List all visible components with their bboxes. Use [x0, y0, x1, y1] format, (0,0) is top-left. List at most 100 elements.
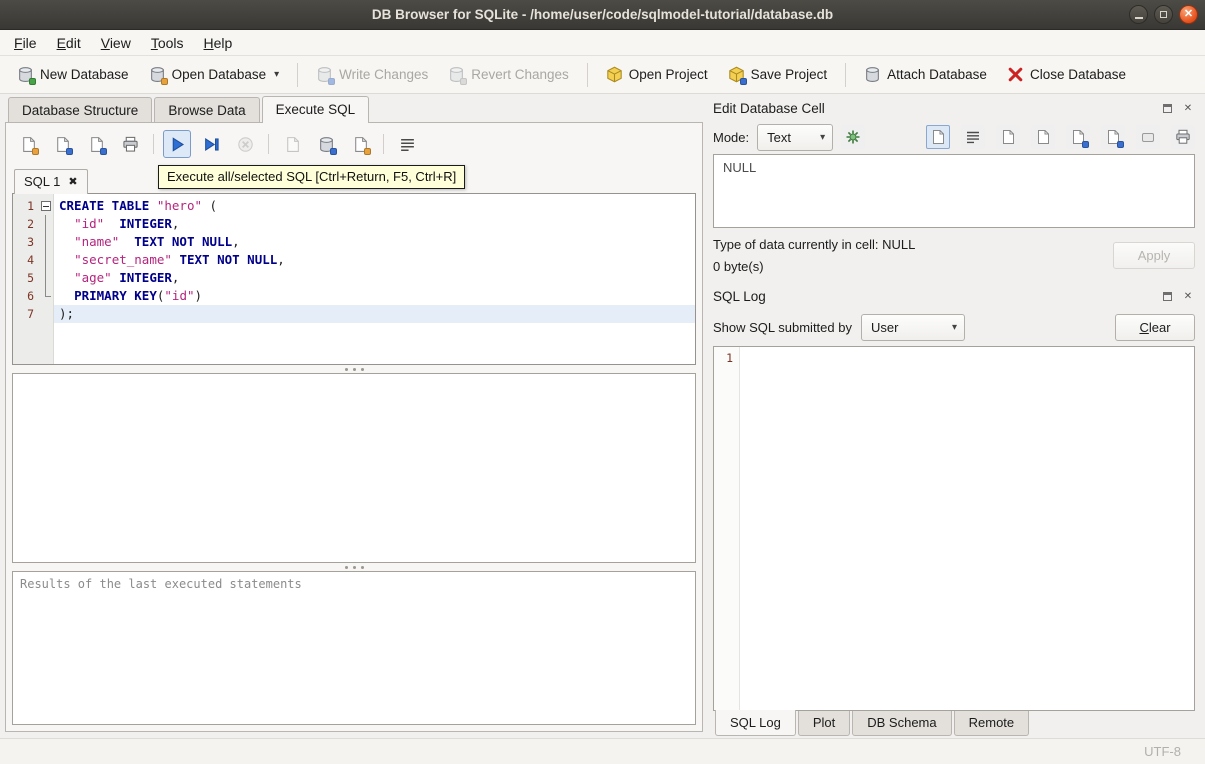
left-panel: Database Structure Browse Data Execute S…	[5, 94, 703, 738]
tab-plot[interactable]: Plot	[797, 711, 851, 736]
close-tab-icon[interactable]: ✖	[68, 175, 77, 188]
import-cell-icon[interactable]	[1066, 125, 1090, 149]
editor-line[interactable]: 4 "secret_name" TEXT NOT NULL,	[13, 251, 695, 269]
menu-file[interactable]: File	[4, 30, 47, 55]
submitted-by-select[interactable]: User ▾	[860, 313, 965, 341]
close-database-button[interactable]: Close Database	[998, 60, 1135, 89]
minimize-icon[interactable]	[1129, 5, 1148, 24]
find-replace-icon[interactable]	[346, 130, 374, 158]
code-text: "id" INTEGER,	[74, 216, 180, 231]
mode-select[interactable]: Text ▾	[757, 123, 834, 151]
results-grid[interactable]	[12, 373, 696, 563]
export-cell-icon[interactable]	[1101, 125, 1125, 149]
splitter-handle[interactable]	[12, 365, 696, 373]
write-changes-button[interactable]: Write Changes	[307, 60, 437, 89]
format-sql-icon[interactable]	[393, 130, 421, 158]
dock-tabbar: SQL Log Plot DB Schema Remote	[713, 710, 1195, 738]
duplicate-tab-icon[interactable]	[278, 130, 306, 158]
app-window: DB Browser for SQLite - /home/user/code/…	[0, 0, 1205, 764]
tab-db-schema[interactable]: DB Schema	[852, 711, 952, 736]
editor-line[interactable]: 5 "age" INTEGER,	[13, 269, 695, 287]
encoding-indicator[interactable]: UTF-8	[1144, 744, 1181, 759]
fold-marker-icon[interactable]	[39, 197, 54, 215]
log-content	[740, 347, 1194, 710]
window-title: DB Browser for SQLite - /home/user/code/…	[371, 7, 834, 22]
edit-cell-dock-header: Edit Database Cell ✕	[713, 96, 1195, 120]
text-mode-icon[interactable]	[926, 125, 950, 149]
open-project-icon	[606, 66, 623, 83]
maximize-icon[interactable]	[1154, 5, 1173, 24]
execute-current-line-icon[interactable]	[197, 130, 225, 158]
editor-line[interactable]: 2 "id" INTEGER,	[13, 215, 695, 233]
toolbar-separator	[845, 62, 847, 87]
apply-button[interactable]: Apply	[1113, 242, 1195, 269]
code-text: PRIMARY KEY("id")	[74, 288, 203, 303]
editor-line[interactable]: 7);	[13, 305, 695, 323]
dock-close-icon[interactable]: ✕	[1181, 289, 1195, 303]
open-database-icon	[149, 66, 168, 85]
print-cell-icon[interactable]	[1171, 125, 1195, 149]
menu-help[interactable]: Help	[194, 30, 243, 55]
menubar: File Edit View Tools Help	[0, 30, 1205, 56]
menu-tools[interactable]: Tools	[141, 30, 194, 55]
code-text: "secret_name" TEXT NOT NULL,	[74, 252, 285, 267]
open-database-button[interactable]: Open Database ▾	[140, 60, 289, 89]
chevron-down-icon: ▾	[951, 321, 957, 333]
code-text: CREATE TABLE "hero" (	[59, 198, 218, 213]
filter-label: Show SQL submitted by	[713, 319, 852, 335]
stop-execution-icon[interactable]	[231, 130, 259, 158]
fold-marker-icon	[39, 269, 54, 287]
dock-float-icon[interactable]	[1160, 101, 1174, 115]
fold-marker-icon	[39, 305, 54, 323]
save-project-button[interactable]: Save Project	[719, 60, 837, 89]
sql-log-view[interactable]: 1	[713, 346, 1195, 711]
tab-browse-data[interactable]: Browse Data	[154, 97, 260, 122]
log-line-number: 1	[714, 347, 740, 710]
execute-all-icon[interactable]	[163, 130, 191, 158]
set-null-icon[interactable]	[1136, 125, 1160, 149]
close-window-icon[interactable]: ✕	[1179, 5, 1198, 24]
dock-close-icon[interactable]: ✕	[1181, 101, 1195, 115]
menu-edit[interactable]: Edit	[47, 30, 91, 55]
splitter-handle[interactable]	[12, 563, 696, 571]
editor-line[interactable]: 3 "name" TEXT NOT NULL,	[13, 233, 695, 251]
sql-document-tab[interactable]: SQL 1 ✖	[14, 169, 88, 194]
right-panel: Edit Database Cell ✕ Mode: Text ▾ NULL T…	[709, 94, 1205, 738]
tab-remote[interactable]: Remote	[953, 711, 1030, 736]
save-project-icon	[728, 66, 747, 85]
toolbar-separator	[153, 134, 154, 154]
titlebar[interactable]: DB Browser for SQLite - /home/user/code/…	[0, 0, 1205, 30]
fold-marker-icon	[39, 233, 54, 251]
sql-editor[interactable]: 1 CREATE TABLE "hero" (2 "id" INTEGER, 3 "…	[12, 193, 696, 365]
cell-editor[interactable]: NULL	[713, 154, 1195, 228]
new-database-button[interactable]: New Database	[8, 60, 138, 89]
tab-sql-log[interactable]: SQL Log	[715, 710, 796, 736]
toolbar-separator	[297, 62, 299, 87]
open-project-button[interactable]: Open Project	[597, 60, 717, 89]
tab-database-structure[interactable]: Database Structure	[8, 97, 153, 122]
dock-float-icon[interactable]	[1160, 289, 1174, 303]
menu-view[interactable]: View	[91, 30, 141, 55]
auto-format-icon[interactable]	[841, 125, 866, 149]
print-sql-icon[interactable]	[116, 130, 144, 158]
execute-sql-panel: Execute all/selected SQL [Ctrl+Return, F…	[5, 122, 703, 732]
editor-line[interactable]: 1 CREATE TABLE "hero" (	[13, 197, 695, 215]
statusbar: UTF-8	[0, 738, 1205, 764]
export-database-icon[interactable]	[312, 130, 340, 158]
editor-line[interactable]: 6 PRIMARY KEY("id")	[13, 287, 695, 305]
revert-changes-button[interactable]: Revert Changes	[439, 60, 578, 89]
open-sql-file-icon[interactable]	[14, 130, 42, 158]
save-sql-as-icon[interactable]	[82, 130, 110, 158]
main-tabbar: Database Structure Browse Data Execute S…	[5, 94, 703, 123]
copy-cell-icon[interactable]	[996, 125, 1020, 149]
results-message-pane[interactable]: Results of the last executed statements	[12, 571, 696, 725]
edit-cell-title: Edit Database Cell	[713, 100, 825, 116]
clear-log-button[interactable]: Clear	[1115, 313, 1195, 341]
mode-label: Mode:	[713, 129, 750, 145]
tab-execute-sql[interactable]: Execute SQL	[261, 96, 370, 123]
save-sql-file-icon[interactable]	[48, 130, 76, 158]
paste-cell-icon[interactable]	[1031, 125, 1055, 149]
attach-database-button[interactable]: Attach Database	[855, 60, 996, 89]
word-wrap-icon[interactable]	[961, 125, 985, 149]
chevron-down-icon[interactable]: ▾	[274, 69, 279, 80]
